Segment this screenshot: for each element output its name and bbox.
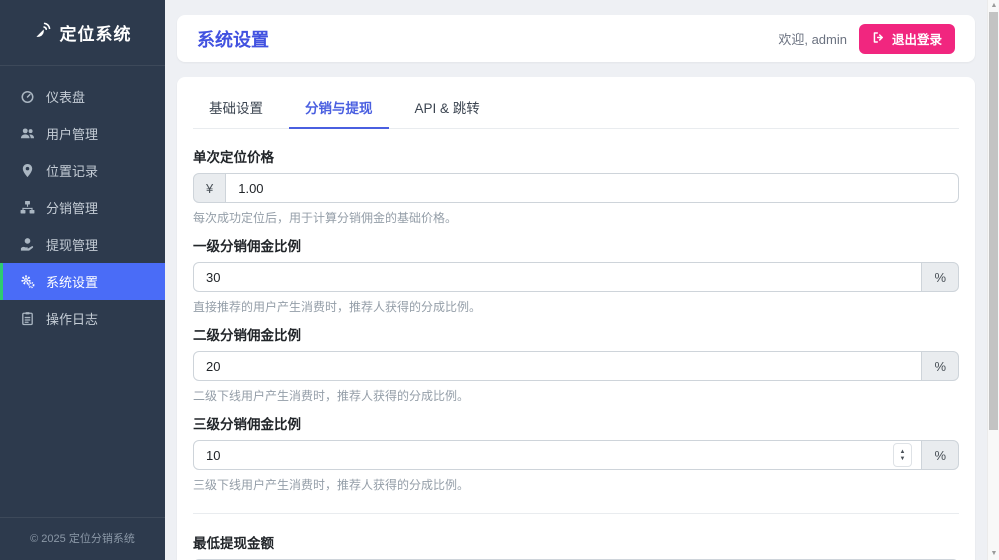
- settings-form: 单次定位价格 ¥ 每次成功定位后，用于计算分销佣金的基础价格。 一级分销佣金比例…: [193, 129, 959, 560]
- sidebar-footer: © 2025 定位分销系统: [0, 517, 165, 560]
- number-spinner[interactable]: ▲▼: [893, 443, 912, 467]
- field-level3-commission: 三级分销佣金比例 ▲▼ % 三级下线用户产生消费时，推荐人获得的分成比例。: [193, 413, 959, 493]
- field-help: 每次成功定位后，用于计算分销佣金的基础价格。: [193, 209, 959, 226]
- sidebar-item-withdrawals[interactable]: 提现管理: [0, 226, 165, 263]
- price-per-location-input[interactable]: [225, 173, 959, 203]
- field-label: 最低提现金额: [193, 532, 959, 552]
- percent-suffix: %: [921, 262, 959, 292]
- page-title: 系统设置: [197, 26, 269, 52]
- tab-distribution-withdrawal[interactable]: 分销与提现: [289, 89, 389, 129]
- sign-out-icon: [872, 31, 885, 47]
- sidebar-item-label: 仪表盘: [46, 87, 85, 106]
- withdraw-icon: [19, 237, 35, 253]
- percent-suffix: %: [921, 351, 959, 381]
- field-min-withdrawal: 最低提现金额 ¥ 用户申请提现时，允许的最低金额。: [193, 532, 959, 560]
- sidebar-item-users[interactable]: 用户管理: [0, 115, 165, 152]
- field-label: 三级分销佣金比例: [193, 413, 959, 433]
- sidebar-item-label: 系统设置: [46, 272, 98, 291]
- settings-card: 基础设置 分销与提现 API & 跳转 单次定位价格 ¥ 每次成功定位后，用于计…: [177, 77, 975, 560]
- settings-icon: [19, 274, 35, 290]
- sidebar-item-label: 操作日志: [46, 309, 98, 328]
- field-label: 一级分销佣金比例: [193, 235, 959, 255]
- field-help: 直接推荐的用户产生消费时，推荐人获得的分成比例。: [193, 298, 959, 315]
- vertical-scrollbar[interactable]: ▲ ▼: [987, 0, 999, 560]
- currency-prefix: ¥: [193, 173, 226, 203]
- logs-icon: [19, 311, 35, 327]
- field-help: 二级下线用户产生消费时，推荐人获得的分成比例。: [193, 387, 959, 404]
- logout-button[interactable]: 退出登录: [859, 24, 955, 54]
- sidebar-item-system-settings[interactable]: 系统设置: [0, 263, 165, 300]
- field-label: 单次定位价格: [193, 146, 959, 166]
- field-label: 二级分销佣金比例: [193, 324, 959, 344]
- app-logo-text: 定位系统: [60, 20, 132, 45]
- field-help: 三级下线用户产生消费时，推荐人获得的分成比例。: [193, 476, 959, 493]
- tab-basic-settings[interactable]: 基础设置: [193, 89, 279, 129]
- app-logo[interactable]: 定位系统: [0, 0, 165, 66]
- field-level1-commission: 一级分销佣金比例 % 直接推荐的用户产生消费时，推荐人获得的分成比例。: [193, 235, 959, 315]
- sidebar: 定位系统 仪表盘 用户管理: [0, 0, 165, 560]
- page-header: 系统设置 欢迎, admin 退出登录: [177, 15, 975, 62]
- scroll-down-arrow[interactable]: ▼: [988, 549, 999, 559]
- satellite-dish-icon: [34, 21, 52, 44]
- level2-commission-input[interactable]: [193, 351, 922, 381]
- sitemap-icon: [19, 200, 35, 216]
- welcome-text: 欢迎, admin: [778, 29, 847, 48]
- main-content: 系统设置 欢迎, admin 退出登录 基础设置 分销与提现 API & 跳转 …: [165, 0, 987, 560]
- sidebar-item-label: 位置记录: [46, 161, 98, 180]
- sidebar-item-distribution[interactable]: 分销管理: [0, 189, 165, 226]
- location-icon: [19, 163, 35, 179]
- section-divider: [193, 513, 959, 514]
- user-area: 欢迎, admin 退出登录: [778, 24, 955, 54]
- field-level2-commission: 二级分销佣金比例 % 二级下线用户产生消费时，推荐人获得的分成比例。: [193, 324, 959, 404]
- logout-button-label: 退出登录: [892, 29, 942, 48]
- users-icon: [19, 126, 35, 142]
- sidebar-item-location-records[interactable]: 位置记录: [0, 152, 165, 189]
- level1-commission-input[interactable]: [193, 262, 922, 292]
- settings-tabs: 基础设置 分销与提现 API & 跳转: [193, 89, 959, 129]
- scroll-up-arrow[interactable]: ▲: [988, 1, 999, 11]
- sidebar-nav: 仪表盘 用户管理 位置记录: [0, 66, 165, 517]
- dashboard-icon: [19, 89, 35, 105]
- sidebar-item-dashboard[interactable]: 仪表盘: [0, 78, 165, 115]
- sidebar-item-operation-logs[interactable]: 操作日志: [0, 300, 165, 337]
- scrollbar-thumb[interactable]: [989, 12, 998, 430]
- sidebar-item-label: 分销管理: [46, 198, 98, 217]
- field-price-per-location: 单次定位价格 ¥ 每次成功定位后，用于计算分销佣金的基础价格。: [193, 146, 959, 226]
- sidebar-item-label: 提现管理: [46, 235, 98, 254]
- tab-api-redirect[interactable]: API & 跳转: [399, 89, 496, 129]
- percent-suffix: %: [921, 440, 959, 470]
- sidebar-item-label: 用户管理: [46, 124, 98, 143]
- level3-commission-input[interactable]: [193, 440, 922, 470]
